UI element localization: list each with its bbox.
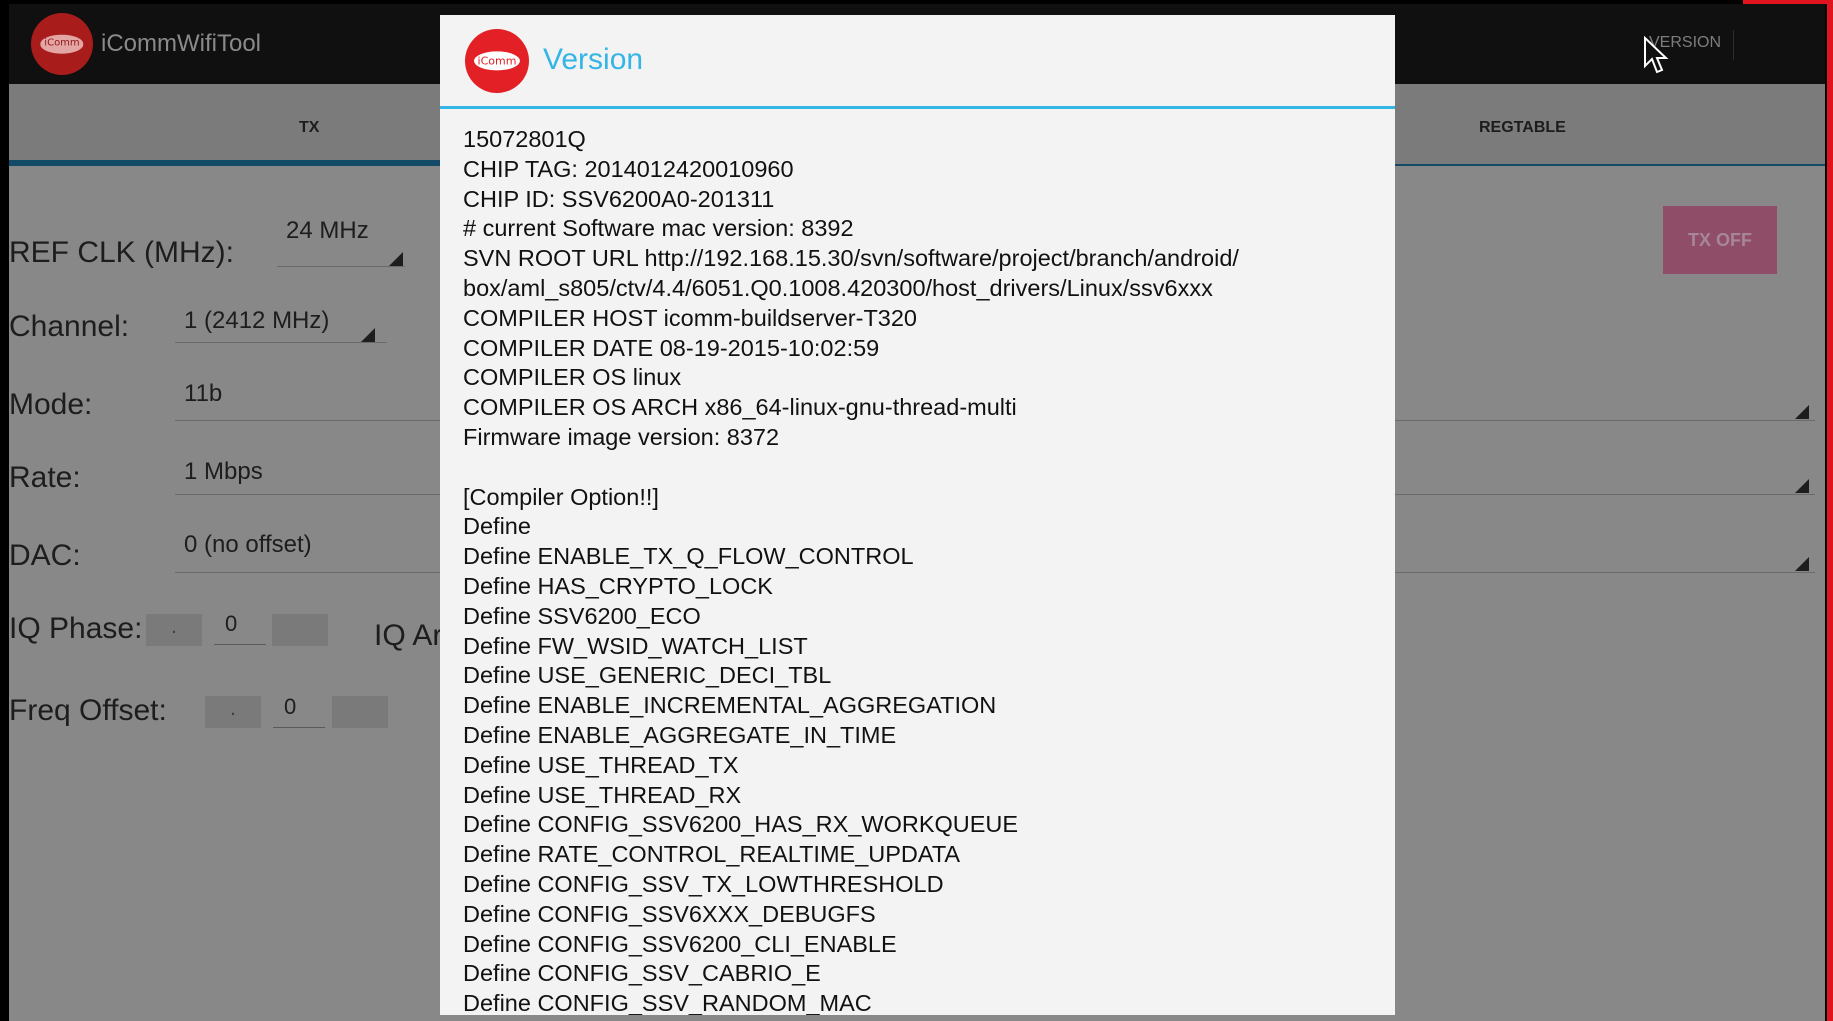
version-line: Define CONFIG_SSV_RANDOM_MAC [463, 990, 872, 1015]
version-line: Define ENABLE_INCREMENTAL_AGGREGATION [463, 692, 997, 719]
mode-dropdown-icon [1795, 405, 1809, 419]
version-line: Define ENABLE_TX_Q_FLOW_CONTROL [463, 543, 914, 570]
app-logo-icon: iComm [31, 13, 93, 75]
tab-selected-indicator [9, 160, 469, 166]
version-line: Define RATE_CONTROL_REALTIME_UPDATA [463, 841, 961, 868]
channel-label: Channel: [9, 310, 130, 343]
freq-offset-label: Freq Offset: [9, 694, 167, 727]
channel-spinner[interactable]: 1 (2412 MHz) [184, 307, 329, 335]
iq-phase-label: IQ Phase: [9, 612, 143, 645]
channel-dropdown-icon [361, 328, 375, 342]
tab-tx[interactable]: TX [299, 119, 319, 137]
version-line: Define CONFIG_SSV6200_CLI_ENABLE [463, 930, 897, 957]
version-line: Define USE_GENERIC_DECI_TBL [463, 662, 832, 689]
version-line: Define USE_THREAD_TX [463, 751, 739, 778]
version-line: # current Software mac version: 8392 [463, 215, 854, 242]
rate-dropdown-icon [1795, 479, 1809, 493]
ref-clk-label: REF CLK (MHz): [9, 236, 234, 269]
version-dialog: iComm Version 15072801Q CHIP TAG: 201401… [440, 15, 1395, 1015]
iq-phase-decrement-button[interactable]: . [146, 614, 202, 646]
version-line: box/aml_s805/ctv/4.4/6051.Q0.1008.420300… [463, 274, 1213, 301]
version-line: COMPILER HOST icomm-buildserver-T320 [463, 304, 918, 331]
mode-spinner[interactable]: 11b [184, 380, 222, 408]
version-line: Define FW_WSID_WATCH_LIST [463, 632, 808, 659]
dialog-logo-text: iComm [473, 51, 521, 71]
dialog-header: iComm Version [440, 15, 1395, 107]
dac-spinner[interactable]: 0 (no offset) [184, 531, 312, 559]
version-line: Define USE_THREAD_RX [463, 781, 742, 808]
version-line: COMPILER OS ARCH x86_64-linux-gnu-thread… [463, 394, 1017, 421]
ref-clk-spinner[interactable]: 24 MHz [286, 217, 369, 245]
version-line: CHIP TAG: 2014012420010960 [463, 155, 794, 182]
version-line: COMPILER DATE 08-19-2015-10:02:59 [463, 334, 880, 361]
dialog-title-divider [440, 106, 1395, 109]
version-line: SVN ROOT URL http://192.168.15.30/svn/so… [463, 245, 1239, 272]
version-line: Define HAS_CRYPTO_LOCK [463, 572, 773, 599]
mode-label: Mode: [9, 388, 93, 421]
ref-clk-underline [277, 266, 405, 267]
rate-spinner[interactable]: 1 Mbps [184, 458, 263, 486]
mouse-pointer-icon [1644, 36, 1669, 74]
version-line: Define CONFIG_SSV_CABRIO_E [463, 960, 821, 987]
freq-offset-decrement-button[interactable]: . [205, 696, 261, 728]
app-title: iCommWifiTool [101, 30, 262, 57]
action-divider [1733, 30, 1734, 60]
dialog-title: Version [543, 43, 644, 76]
iq-phase-underline [214, 644, 266, 645]
tx-off-button[interactable]: TX OFF [1663, 206, 1777, 274]
tab-regtable[interactable]: REGTABLE [1479, 119, 1566, 137]
version-line-blank [463, 453, 1373, 483]
version-line: 15072801Q [463, 126, 586, 152]
version-line: Define ENABLE_AGGREGATE_IN_TIME [463, 721, 897, 748]
logo-text: iComm [40, 34, 84, 54]
freq-offset-value[interactable]: 0 [284, 694, 296, 720]
version-line: COMPILER OS linux [463, 364, 682, 391]
version-line: Define CONFIG_SSV_TX_LOWTHRESHOLD [463, 870, 944, 897]
version-line: Define [463, 513, 531, 540]
channel-underline [175, 342, 387, 343]
version-line: CHIP ID: SSV6200A0-201311 [463, 185, 775, 212]
iq-amp-label: IQ Ar [374, 619, 443, 652]
ref-clk-dropdown-icon [389, 252, 403, 266]
version-line: Firmware image version: 8372 [463, 423, 780, 450]
screen: iComm iCommWifiTool VERSION TX REGTABLE … [0, 0, 1833, 1021]
freq-offset-underline [273, 727, 325, 728]
iq-phase-increment-button[interactable] [272, 614, 328, 646]
version-line: Define CONFIG_SSV6200_HAS_RX_WORKQUEUE [463, 811, 1019, 838]
rate-label: Rate: [9, 461, 81, 494]
iq-phase-value[interactable]: 0 [225, 611, 237, 637]
version-info-text[interactable]: 15072801Q CHIP TAG: 2014012420010960 CHI… [463, 125, 1373, 1015]
version-line: Define SSV6200_ECO [463, 602, 701, 629]
screen-edge-strip [1827, 0, 1833, 1021]
dac-dropdown-icon [1795, 557, 1809, 571]
version-line: [Compiler Option!!] [463, 483, 659, 510]
freq-offset-increment-button[interactable] [332, 696, 388, 728]
version-line: Define CONFIG_SSV6XXX_DEBUGFS [463, 900, 876, 927]
icomm-logo-icon: iComm [465, 29, 529, 93]
dac-label: DAC: [9, 539, 81, 572]
